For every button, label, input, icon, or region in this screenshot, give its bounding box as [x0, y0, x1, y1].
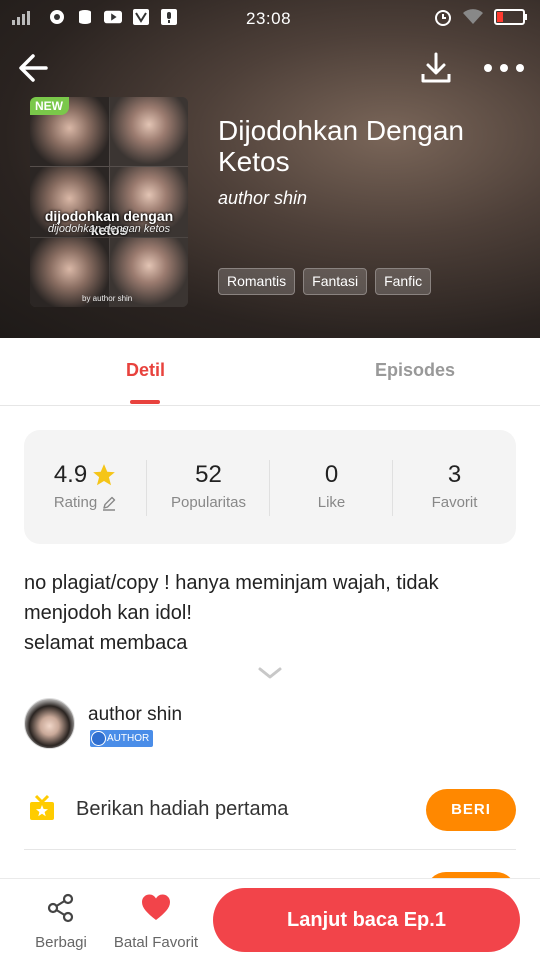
- stats-card: 4.9 Rating 52 Popularitas 0 Like 3 Favor…: [24, 430, 516, 544]
- tag-fantasi[interactable]: Fantasi: [303, 268, 368, 295]
- active-tab-indicator: [130, 400, 160, 404]
- top-bar: [0, 44, 540, 92]
- continue-reading-button[interactable]: Lanjut baca Ep.1: [213, 888, 520, 952]
- stat-like: 0 Like: [270, 460, 393, 511]
- notification-icons: [48, 8, 178, 26]
- give-gift-button[interactable]: BERI: [426, 789, 516, 831]
- author-badge-icon: [91, 731, 106, 746]
- back-button[interactable]: [16, 50, 52, 86]
- app-notification-icon: [48, 8, 66, 26]
- synopsis: no plagiat/copy ! hanya meminjam wajah, …: [24, 568, 516, 658]
- gift-prompt: Berikan hadiah pertama: [76, 798, 289, 820]
- status-bar: 23:08: [0, 0, 540, 38]
- favorite-value: 3: [447, 461, 462, 488]
- gift-icon: [28, 794, 56, 822]
- download-button[interactable]: [418, 50, 454, 86]
- synopsis-line: menjodoh kan idol!: [24, 602, 192, 624]
- microphone-icon: [160, 8, 178, 26]
- book-cover: NEW dijodohkan dengan ketos dijodohkan d…: [30, 97, 188, 307]
- tab-detail[interactable]: Detil: [126, 360, 165, 381]
- author-badge-label: AUTHOR: [107, 733, 150, 744]
- tab-episodes[interactable]: Episodes: [375, 360, 455, 381]
- popularity-label: Popularitas: [170, 494, 247, 511]
- youtube-icon: [104, 8, 122, 26]
- stat-favorite: 3 Favorit: [393, 460, 516, 511]
- gift-row: Berikan hadiah pertama BERI: [24, 786, 516, 850]
- heart-icon: [142, 894, 170, 920]
- popularity-value: 52: [195, 461, 222, 488]
- bottom-action-bar: Berbagi Batal Favorit Lanjut baca Ep.1: [0, 878, 540, 960]
- star-icon: [93, 464, 116, 486]
- share-label: Berbagi: [35, 934, 87, 951]
- more-options-button[interactable]: [482, 54, 526, 82]
- like-label: Like: [317, 494, 346, 511]
- app-icon: [132, 8, 150, 26]
- more-dots-icon: [484, 64, 492, 72]
- tag-romantis[interactable]: Romantis: [218, 268, 296, 295]
- signal-icon: [12, 11, 30, 25]
- unfavorite-button[interactable]: Batal Favorit: [112, 893, 200, 951]
- author-avatar[interactable]: [24, 698, 75, 749]
- favorite-toggle-label: Batal Favorit: [113, 934, 199, 951]
- like-value: 0: [324, 461, 339, 488]
- new-badge: NEW: [30, 97, 69, 115]
- edit-pencil-icon[interactable]: [101, 495, 117, 511]
- stat-popularity: 52 Popularitas: [147, 460, 270, 511]
- chevron-down-icon: [258, 667, 282, 679]
- battery-icon: [494, 9, 528, 30]
- rating-label: Rating: [53, 494, 98, 511]
- favorite-label: Favorit: [431, 494, 478, 511]
- synopsis-line: selamat membaca: [24, 632, 188, 654]
- book-hero: 23:08 NEW dijodohkan dengan ketos dijodo…: [0, 0, 540, 338]
- synopsis-line: no plagiat/copy ! hanya meminjam wajah, …: [24, 572, 439, 594]
- cover-subtitle-text: dijodohkan dengan ketos: [47, 223, 171, 235]
- book-author[interactable]: author shin: [218, 188, 307, 209]
- status-time: 23:08: [246, 9, 292, 28]
- tag-fanfic[interactable]: Fanfic: [375, 268, 432, 295]
- book-title: Dijodohkan Dengan Ketos: [218, 115, 464, 177]
- genre-tags: Romantis Fantasi Fanfic: [218, 268, 432, 295]
- cover-author-text: by author shin: [82, 294, 133, 303]
- rating-value: 4.9: [53, 461, 88, 488]
- arrow-left-icon: [19, 54, 48, 82]
- author-badge: AUTHOR: [90, 730, 154, 747]
- download-icon: [421, 52, 451, 83]
- expand-synopsis-button[interactable]: [257, 664, 283, 682]
- stat-rating[interactable]: 4.9 Rating: [24, 460, 147, 511]
- tab-bar: Detil Episodes: [0, 338, 540, 406]
- share-button[interactable]: Berbagi: [28, 893, 94, 951]
- author-row[interactable]: author shin AUTHOR: [24, 698, 516, 752]
- database-icon: [76, 8, 94, 26]
- author-name: author shin: [88, 704, 183, 725]
- share-icon: [47, 893, 74, 923]
- wifi-icon: [462, 8, 484, 31]
- alarm-icon: [434, 8, 452, 31]
